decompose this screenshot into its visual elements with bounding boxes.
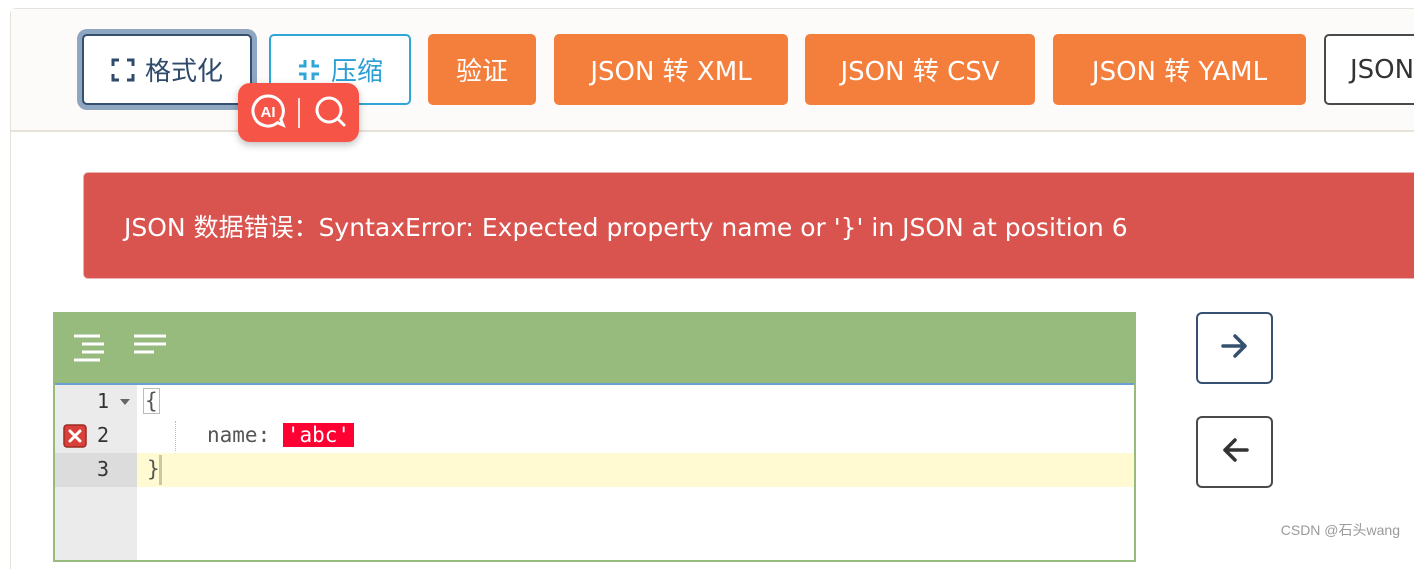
validate-label: 验证: [455, 57, 508, 87]
line-number: 3: [96, 457, 109, 481]
ai-icon[interactable]: AI: [250, 93, 286, 133]
json-to-yaml-label: JSON 转 YAML: [1091, 57, 1268, 87]
gutter-line: 2: [55, 419, 137, 453]
copy-to-left-button[interactable]: [1196, 416, 1273, 488]
line-number: 1: [96, 389, 109, 413]
json-more-button[interactable]: JSON: [1324, 34, 1414, 105]
text-cursor: [159, 455, 162, 485]
json-to-csv-button[interactable]: JSON 转 CSV: [805, 34, 1035, 105]
svg-text:AI: AI: [260, 104, 275, 121]
compact-icon[interactable]: [132, 332, 168, 364]
ai-badge-separator: [297, 97, 300, 128]
json-to-xml-button[interactable]: JSON 转 XML: [554, 34, 788, 105]
code-line[interactable]: name: 'abc': [137, 419, 1134, 453]
json-more-label: JSON: [1350, 54, 1414, 85]
code-line[interactable]: {: [137, 385, 1134, 419]
line-gutter: 1 2 3: [55, 385, 137, 560]
json-to-csv-label: JSON 转 CSV: [840, 57, 1000, 87]
close-brace: }: [147, 457, 160, 481]
fold-arrow-icon[interactable]: [120, 399, 130, 405]
ai-assistant-badge[interactable]: AI: [238, 83, 359, 142]
error-banner: JSON 数据错误：SyntaxError: Expected property…: [83, 172, 1414, 279]
error-marker-icon: [63, 424, 87, 453]
json-key: name:: [207, 423, 283, 447]
search-icon[interactable]: [312, 93, 348, 133]
format-button[interactable]: 格式化: [82, 34, 252, 105]
format-indent-icon[interactable]: [72, 332, 106, 368]
editor-menu-bar: [55, 314, 1134, 385]
json-to-yaml-button[interactable]: JSON 转 YAML: [1053, 34, 1306, 105]
line-number: 2: [96, 423, 109, 447]
expand-icon: [111, 58, 135, 82]
arrow-right-icon: [1220, 333, 1250, 363]
copy-to-right-button[interactable]: [1196, 312, 1273, 384]
gutter-line-active: 3: [55, 453, 137, 487]
invalid-string-token: 'abc': [282, 423, 355, 447]
compress-icon: [297, 58, 321, 82]
gutter-line: 1: [55, 385, 137, 419]
format-label: 格式化: [144, 57, 223, 87]
open-brace: {: [143, 388, 160, 414]
json-to-xml-label: JSON 转 XML: [590, 57, 752, 87]
indent-guide: [175, 421, 176, 451]
error-message: JSON 数据错误：SyntaxError: Expected property…: [124, 212, 1128, 242]
json-editor[interactable]: 1 2 3 { name: 'abc' }: [53, 312, 1136, 562]
validate-button[interactable]: 验证: [428, 34, 536, 105]
code-line-active[interactable]: }: [137, 453, 1134, 487]
arrow-left-icon: [1220, 437, 1250, 467]
watermark: CSDN @石头wang: [1280, 522, 1400, 538]
